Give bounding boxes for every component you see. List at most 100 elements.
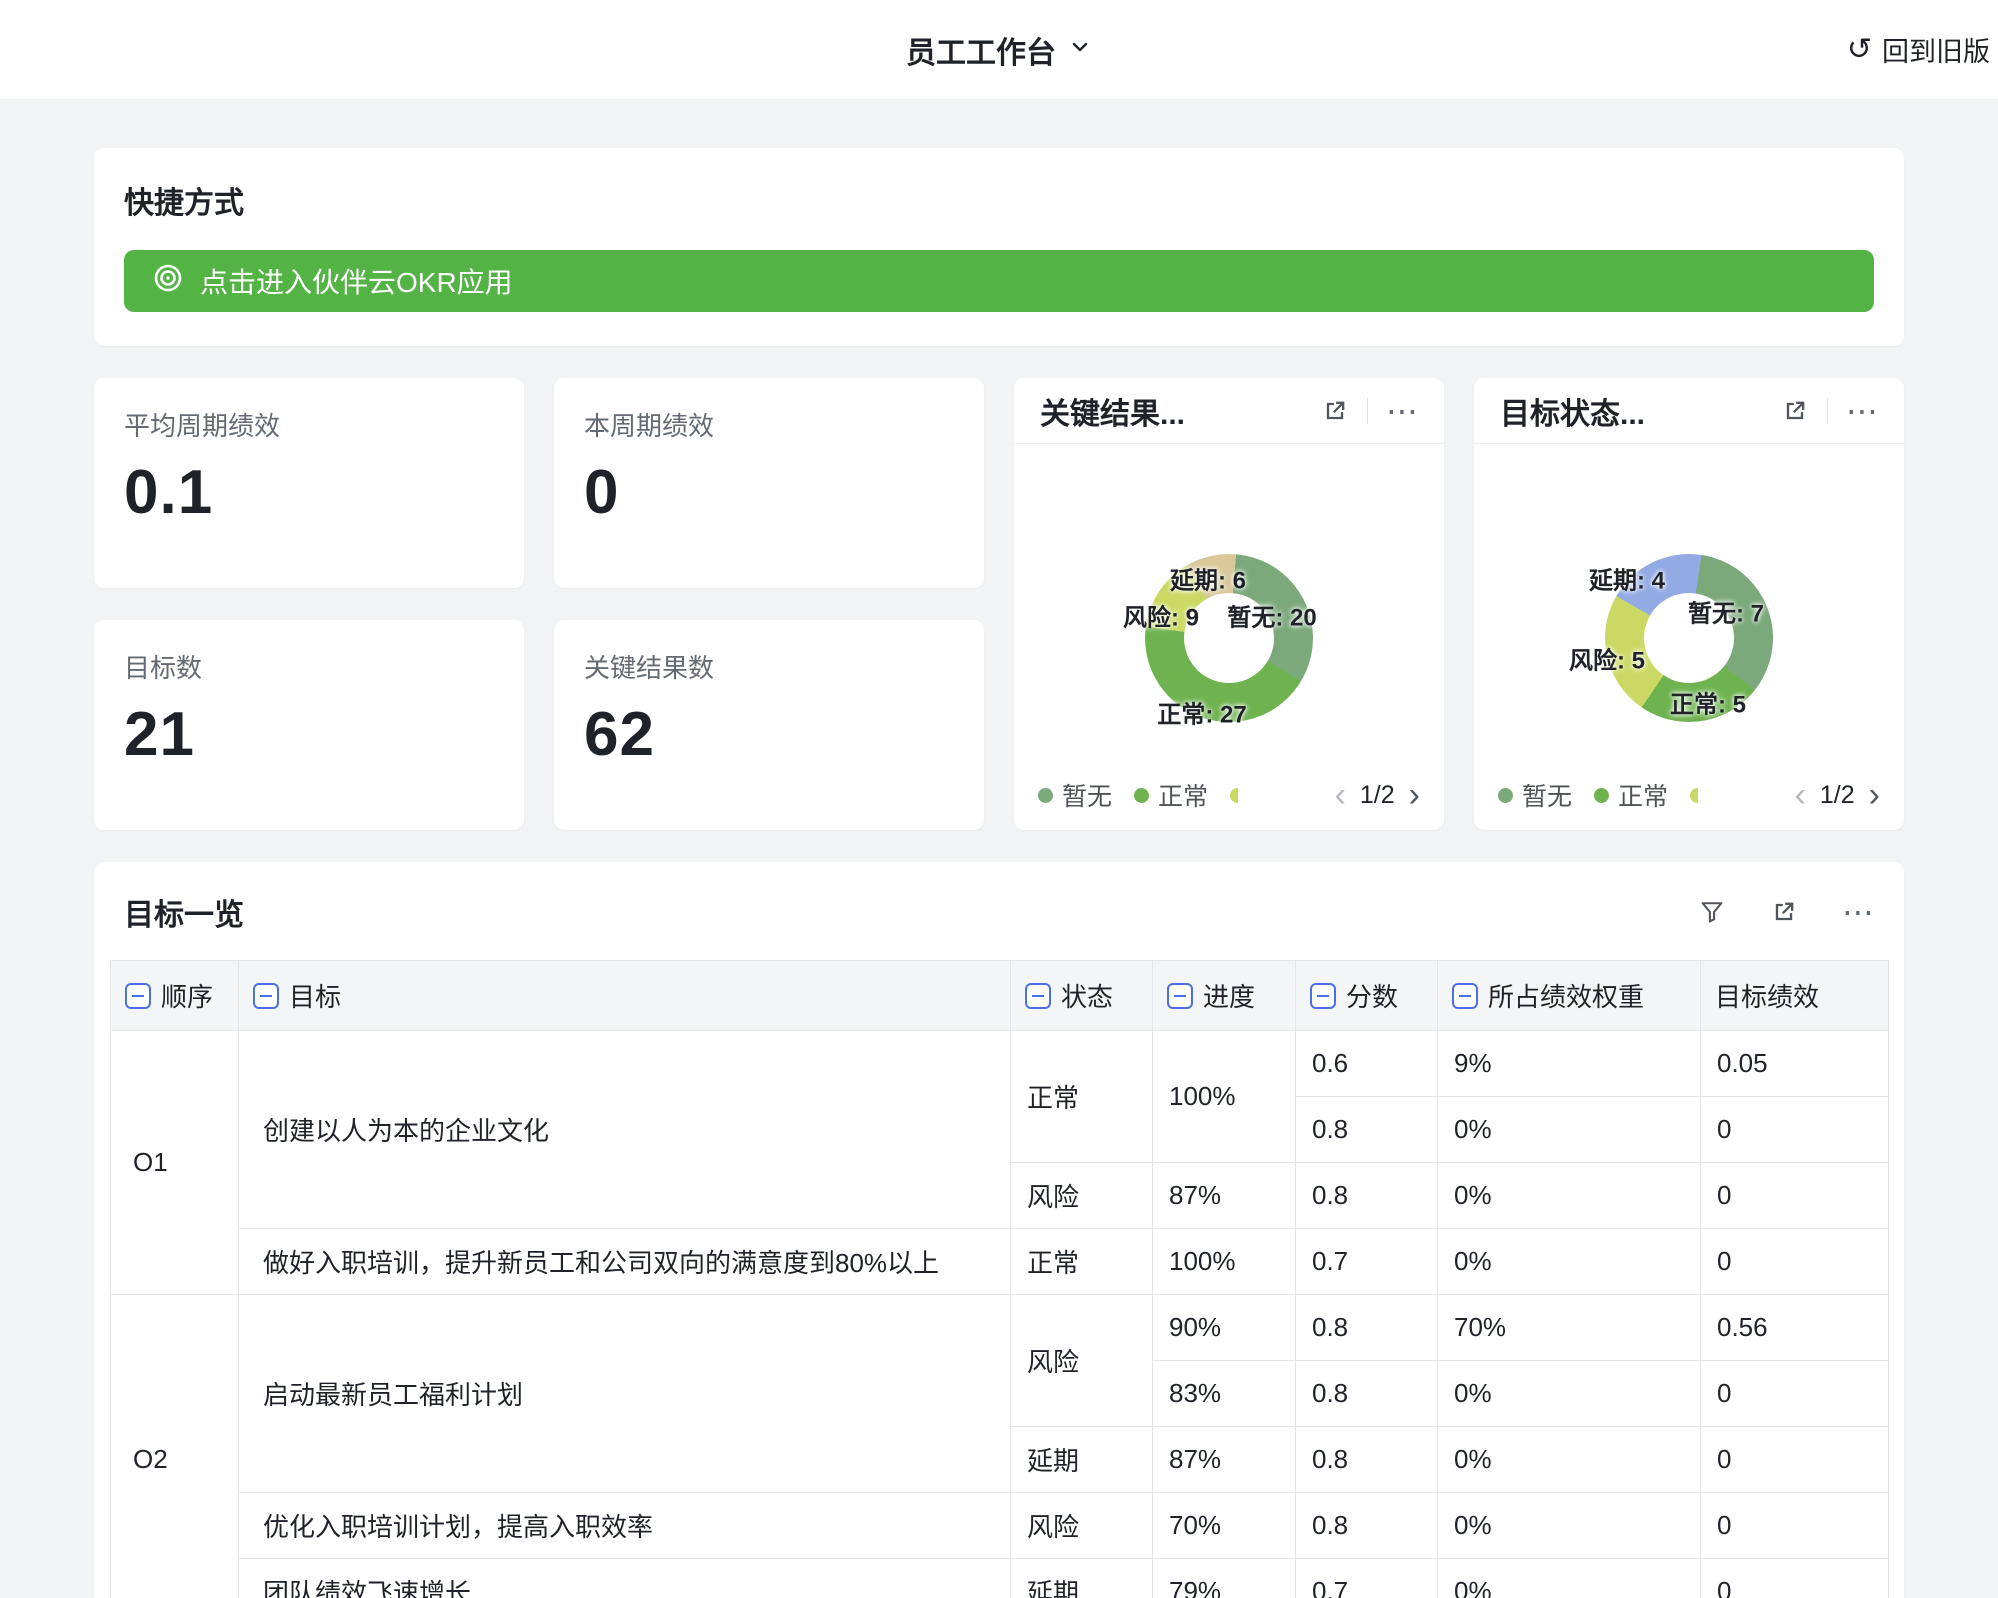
score-cell: 0.7 [1296,1229,1438,1295]
chart-footer: 暂无 正常 ‹ 1/2 › [1474,768,1904,830]
legend-dot [1134,788,1149,803]
open-in-new-icon[interactable] [1321,397,1349,425]
table-header-row: 顺序 目标 状态 进度 分数 所占绩效权重 目标绩效 [111,961,1889,1031]
open-in-new-icon[interactable] [1781,397,1809,425]
back-to-old-version-button[interactable]: ↺ 回到旧版 [1847,30,1990,69]
score-cell: 0.8 [1296,1163,1438,1229]
legend-label: 暂无 [1522,777,1572,813]
stat-label: 关键结果数 [584,648,954,685]
status-cell: 正常 [1011,1229,1153,1295]
table-row[interactable]: 优化入职培训计划，提高入职效率 风险 70% 0.8 0% 0 [111,1493,1889,1559]
divider [1367,398,1368,424]
goal-overview-card: 目标一览 ⋯ 顺序 目标 [94,862,1904,1598]
col-header-progress: 进度 [1153,961,1296,1031]
goal-cell[interactable]: 做好入职培训，提升新员工和公司双向的满意度到80%以上 [239,1229,1011,1295]
enter-okr-app-label: 点击进入伙伴云OKR应用 [200,261,513,301]
legend-label: 正常 [1158,777,1208,813]
legend-item-normal[interactable]: 正常 [1594,777,1668,813]
progress-cell: 70% [1153,1493,1296,1559]
main-content: 快捷方式 点击进入伙伴云OKR应用 平均周期绩效 0.1 本周期绩效 0 [0,148,1998,1598]
collapse-icon[interactable] [1025,983,1051,1009]
segment-label-normal: 正常: 5 [1670,685,1746,720]
filter-icon[interactable] [1698,898,1726,926]
col-header-goal-perf: 目标绩效 [1701,961,1889,1031]
progress-cell: 83% [1153,1361,1296,1427]
table-row[interactable]: 做好入职培训，提升新员工和公司双向的满意度到80%以上 正常 100% 0.7 … [111,1229,1889,1295]
workspace-switcher[interactable]: 员工工作台 [906,28,1092,72]
segment-label-delayed: 延期: 4 [1589,561,1665,596]
pager-page: 1/2 [1360,781,1395,810]
collapse-icon[interactable] [253,983,279,1009]
table-row[interactable]: O1 创建以人为本的企业文化 正常 100% 0.6 9% 0.05 [111,1031,1889,1097]
chart-header: 目标状态... ⋯ [1474,378,1904,444]
score-cell: 0.6 [1296,1031,1438,1097]
status-cell: 风险 [1011,1163,1153,1229]
progress-cell: 87% [1153,1163,1296,1229]
legend-item-none[interactable]: 暂无 [1038,777,1112,813]
col-header-score: 分数 [1296,961,1438,1031]
legend-item-none[interactable]: 暂无 [1498,777,1572,813]
score-cell: 0.8 [1296,1493,1438,1559]
more-menu-icon[interactable]: ⋯ [1842,896,1874,928]
stat-label: 平均周期绩效 [124,406,494,443]
pager-prev-icon[interactable]: ‹ [1335,778,1346,812]
status-cell: 延期 [1011,1559,1153,1598]
goal-overview-header: 目标一览 ⋯ [94,862,1904,960]
progress-cell: 100% [1153,1229,1296,1295]
more-menu-icon[interactable]: ⋯ [1386,395,1418,427]
pager-next-icon[interactable]: › [1869,778,1880,812]
legend-dot [1230,788,1238,803]
stat-value: 0 [584,457,954,528]
legend-item-normal[interactable]: 正常 [1134,777,1208,813]
more-menu-icon[interactable]: ⋯ [1846,395,1878,427]
collapse-icon[interactable] [1167,983,1193,1009]
chart-header: 关键结果... ⋯ [1014,378,1444,444]
table-row[interactable]: O2 启动最新员工福利计划 风险 90% 0.8 70% 0.56 [111,1295,1889,1361]
perf-cell: 0.56 [1701,1295,1889,1361]
goal-table: 顺序 目标 状态 进度 分数 所占绩效权重 目标绩效 O1 创建以人为本的企业文… [110,960,1889,1598]
segment-label-risk: 风险: 9 [1123,598,1199,633]
goal-cell[interactable]: 启动最新员工福利计划 [239,1295,1011,1493]
table-row[interactable]: 团队绩效飞速增长 延期 79% 0.7 0% 0 [111,1559,1889,1598]
collapse-icon[interactable] [1452,983,1478,1009]
perf-cell: 0 [1701,1493,1889,1559]
pager-next-icon[interactable]: › [1409,778,1420,812]
weight-cell: 0% [1438,1097,1701,1163]
open-in-new-icon[interactable] [1770,898,1798,926]
legend-label: 正常 [1618,777,1668,813]
segment-label-none: 暂无: 20 [1227,598,1316,633]
weight-cell: 70% [1438,1295,1701,1361]
stat-card-current-cycle-perf: 本周期绩效 0 [554,378,984,588]
collapse-icon[interactable] [125,983,151,1009]
chevron-down-icon [1068,33,1092,67]
perf-cell: 0 [1701,1163,1889,1229]
goal-status-chart-card: 目标状态... ⋯ 延期: 4 暂无: 7 正常: 5 风险: 5 [1474,378,1904,830]
weight-cell: 0% [1438,1493,1701,1559]
collapse-icon[interactable] [1310,983,1336,1009]
goal-cell[interactable]: 创建以人为本的企业文化 [239,1031,1011,1229]
col-header-goal: 目标 [239,961,1011,1031]
score-cell: 0.8 [1296,1097,1438,1163]
weight-cell: 0% [1438,1229,1701,1295]
shortcuts-card: 快捷方式 点击进入伙伴云OKR应用 [94,148,1904,346]
progress-cell: 79% [1153,1559,1296,1598]
goal-cell[interactable]: 优化入职培训计划，提高入职效率 [239,1493,1011,1559]
score-cell: 0.8 [1296,1295,1438,1361]
col-header-status: 状态 [1011,961,1153,1031]
perf-cell: 0 [1701,1427,1889,1493]
shortcuts-title: 快捷方式 [124,178,1874,222]
pager-prev-icon[interactable]: ‹ [1795,778,1806,812]
goal-cell[interactable]: 团队绩效飞速增长 [239,1559,1011,1598]
status-cell: 正常 [1011,1031,1153,1163]
top-bar: 员工工作台 ↺ 回到旧版 [0,0,1998,100]
segment-label-normal: 正常: 27 [1157,695,1246,730]
stat-card-avg-cycle-perf: 平均周期绩效 0.1 [94,378,524,588]
enter-okr-app-button[interactable]: 点击进入伙伴云OKR应用 [124,250,1874,312]
col-header-weight: 所占绩效权重 [1438,961,1701,1031]
segment-label-none: 暂无: 7 [1688,594,1764,629]
perf-cell: 0 [1701,1097,1889,1163]
progress-cell: 87% [1153,1427,1296,1493]
status-cell: 风险 [1011,1295,1153,1427]
order-cell: O1 [111,1031,239,1295]
stat-value: 0.1 [124,457,494,528]
